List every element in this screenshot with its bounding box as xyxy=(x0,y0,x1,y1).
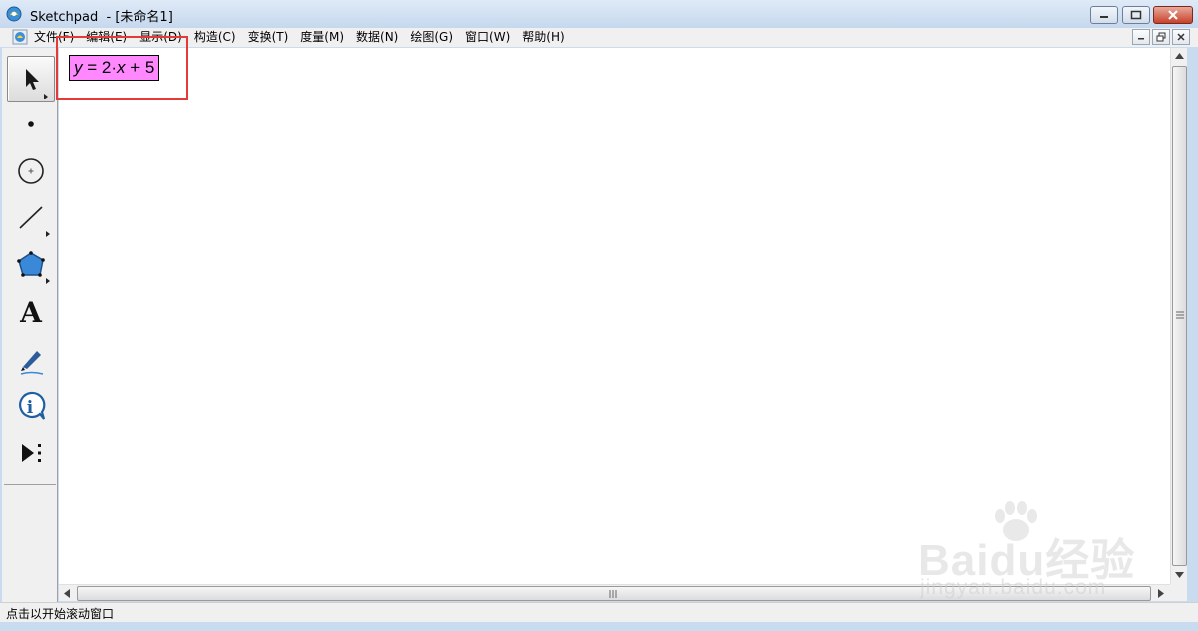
app-window: Sketchpad - [未命名1] 文件(F) 编辑(E) 显示(D) 构造(… xyxy=(0,0,1198,631)
minimize-button[interactable] xyxy=(1090,6,1118,24)
maximize-icon xyxy=(1130,10,1142,20)
watermark-url: jingyan.baidu.com xyxy=(920,576,1107,599)
document-close-button[interactable] xyxy=(1172,29,1190,45)
document-icon[interactable] xyxy=(12,29,28,45)
marker-pen-icon xyxy=(20,351,44,375)
close-button[interactable] xyxy=(1153,6,1193,24)
information-tool[interactable]: i xyxy=(7,383,55,429)
restore-icon xyxy=(1156,32,1166,42)
minimize-icon xyxy=(1100,16,1108,18)
svg-text:A: A xyxy=(19,296,43,329)
status-bar: 点击以开始滚动窗口 xyxy=(0,602,1198,622)
document-minimize-button[interactable] xyxy=(1132,29,1150,45)
baidu-watermark: Baidu经验 jingyan.baidu.com xyxy=(918,500,1138,605)
menu-transform[interactable]: 变换(T) xyxy=(248,29,294,46)
function-label[interactable]: y = 2·x + 5 xyxy=(69,55,160,81)
arrow-icon xyxy=(26,69,48,99)
toolbox: A i xyxy=(2,48,58,602)
straightedge-tool[interactable] xyxy=(7,195,55,241)
vertical-scrollbar[interactable] xyxy=(1170,48,1187,584)
menu-help[interactable]: 帮助(H) xyxy=(522,29,569,46)
scrollbar-corner xyxy=(1170,584,1187,601)
status-text: 点击以开始滚动窗口 xyxy=(6,607,115,621)
compass-icon xyxy=(18,158,44,184)
close-icon xyxy=(1177,33,1185,41)
compass-tool[interactable] xyxy=(7,148,55,194)
toolbox-divider xyxy=(4,484,56,485)
window-title: Sketchpad - [未命名1] xyxy=(30,10,173,25)
custom-tool-play-icon xyxy=(22,444,41,462)
menu-construct[interactable]: 构造(C) xyxy=(194,29,241,46)
scroll-up-icon[interactable] xyxy=(1175,53,1184,59)
scroll-down-icon[interactable] xyxy=(1175,572,1184,578)
text-tool[interactable]: A xyxy=(7,289,55,335)
menu-window[interactable]: 窗口(W) xyxy=(465,29,515,46)
title-bar[interactable]: Sketchpad - [未命名1] xyxy=(0,0,1198,28)
grip-icon xyxy=(609,590,617,598)
menu-data[interactable]: 数据(N) xyxy=(356,29,403,46)
arrow-select-tool[interactable] xyxy=(7,56,55,102)
function-x: x xyxy=(117,58,126,77)
text-a-icon: A xyxy=(19,296,43,329)
vertical-scroll-thumb[interactable] xyxy=(1172,66,1187,566)
scroll-right-icon[interactable] xyxy=(1158,589,1164,598)
info-icon: i xyxy=(19,391,46,420)
function-rest: + 5 xyxy=(125,58,155,77)
minimize-icon xyxy=(1138,38,1144,40)
point-tool[interactable] xyxy=(7,101,55,147)
menu-graph[interactable]: 绘图(G) xyxy=(410,29,458,46)
sketchpad-app-icon xyxy=(6,6,22,22)
segment-icon xyxy=(19,206,50,237)
custom-tools[interactable] xyxy=(7,430,55,476)
svg-text:i: i xyxy=(27,398,34,418)
marker-tool[interactable] xyxy=(7,336,55,382)
window-frame-bottom xyxy=(0,622,1198,631)
menu-measure[interactable]: 度量(M) xyxy=(300,29,349,46)
polygon-tool[interactable] xyxy=(7,242,55,288)
function-y: y xyxy=(74,58,83,77)
maximize-button[interactable] xyxy=(1122,6,1150,24)
document-restore-button[interactable] xyxy=(1152,29,1170,45)
polygon-icon xyxy=(17,251,50,284)
point-icon xyxy=(28,121,34,127)
grip-icon xyxy=(1176,311,1184,319)
scroll-left-icon[interactable] xyxy=(64,589,70,598)
close-icon xyxy=(1168,10,1178,20)
function-eq: = 2· xyxy=(82,58,117,77)
